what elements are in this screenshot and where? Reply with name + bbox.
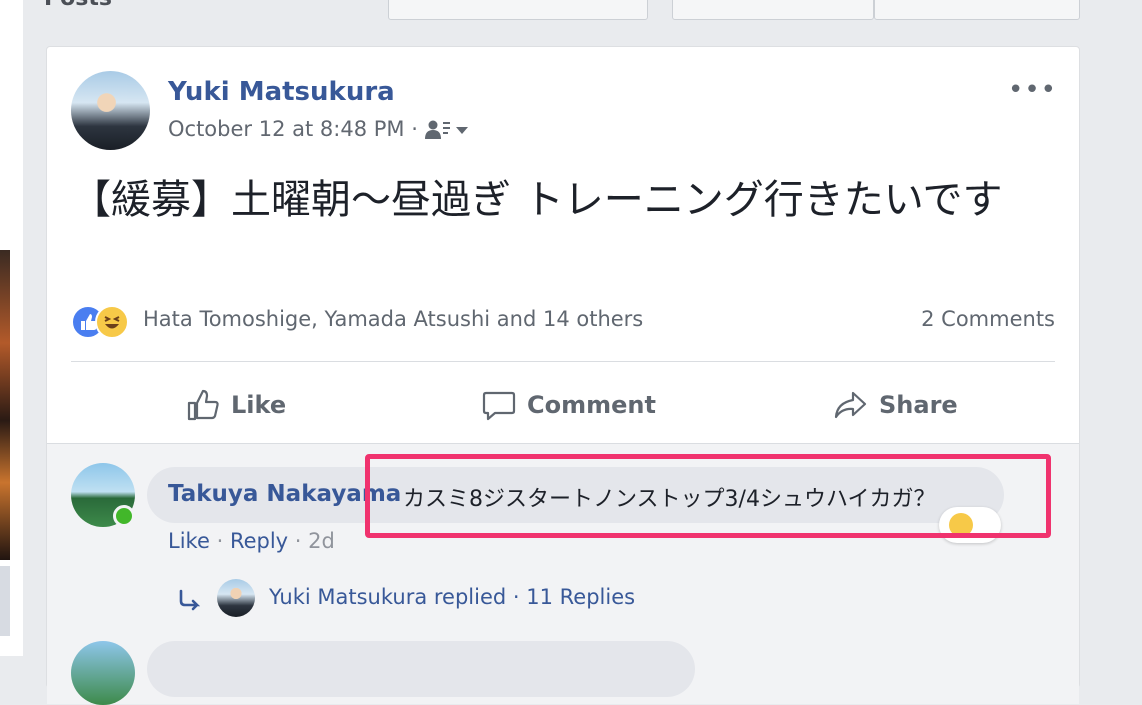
like-button[interactable]: Like: [185, 385, 286, 425]
like-label: Like: [231, 391, 287, 419]
post-timestamp[interactable]: October 12 at 8:48 PM: [168, 117, 405, 141]
comment-reply-link[interactable]: Reply: [230, 529, 288, 553]
comment-actions: Like · Reply · 2d: [168, 529, 335, 553]
post-card: Yuki Matsukura October 12 at 8:48 PM · •…: [46, 46, 1080, 705]
online-status-icon: [113, 505, 135, 527]
list-view-button[interactable]: [672, 0, 874, 20]
share-button[interactable]: Share: [833, 385, 958, 425]
haha-reaction-icon: [95, 305, 129, 339]
share-icon: [834, 391, 867, 419]
next-comment-bubble: [147, 641, 695, 697]
reply-author-avatar[interactable]: [217, 579, 255, 617]
post-text: 【緩募】土曜朝〜昼過ぎ トレーニング行きたいです: [71, 177, 1003, 223]
reaction-names[interactable]: Hata Tomoshige, Yamada Atsushi and 14 ot…: [143, 307, 643, 331]
comment-button[interactable]: Comment: [481, 385, 656, 425]
comment-like-link[interactable]: Like: [168, 529, 210, 553]
audience-icon[interactable]: [424, 117, 471, 141]
highlight-box: [365, 454, 1051, 538]
post-author-name[interactable]: Yuki Matsukura: [168, 77, 395, 107]
comment-time[interactable]: 2d: [308, 529, 335, 553]
action-separator: ·: [216, 529, 224, 553]
author-avatar[interactable]: [71, 71, 150, 150]
reply-arrow-icon: [177, 589, 205, 619]
comment-label: Comment: [527, 391, 656, 419]
comments-count[interactable]: 2 Comments: [921, 307, 1055, 331]
post-meta: October 12 at 8:48 PM ·: [168, 117, 471, 142]
left-thumbnail-image[interactable]: [0, 250, 10, 560]
left-thumbnail-image-2[interactable]: [0, 566, 10, 636]
next-commenter-avatar[interactable]: [71, 641, 135, 705]
view-replies-link[interactable]: Yuki Matsukura replied · 11 Replies: [269, 585, 635, 609]
meta-separator: ·: [411, 117, 418, 141]
action-separator: ·: [294, 529, 302, 553]
share-label: Share: [879, 391, 958, 419]
grid-view-button[interactable]: [874, 0, 1080, 20]
top-filter-button[interactable]: [388, 0, 648, 20]
section-label: Posts: [44, 0, 112, 11]
divider: [71, 361, 1055, 362]
like-icon: [187, 389, 219, 421]
post-options-icon[interactable]: •••: [1008, 75, 1057, 105]
comment-icon: [482, 391, 516, 421]
